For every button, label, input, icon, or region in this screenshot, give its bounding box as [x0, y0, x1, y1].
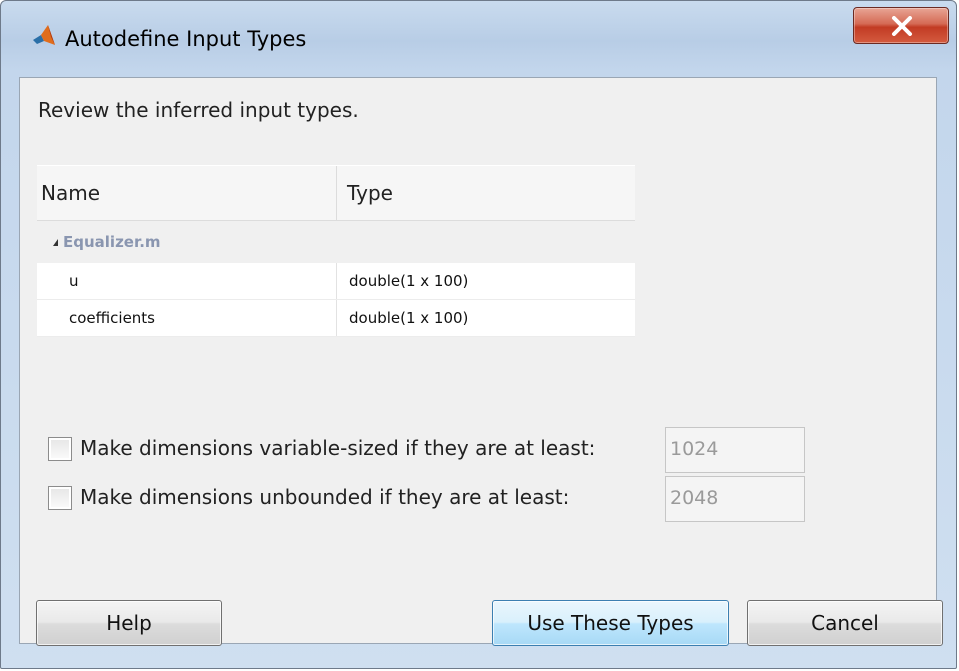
variable-size-threshold-input[interactable]: 1024 [665, 427, 805, 473]
instruction-text: Review the inferred input types. [38, 98, 359, 122]
column-divider[interactable] [336, 166, 337, 220]
dialog-window: Autodefine Input Types Review the inferr… [0, 0, 957, 669]
use-these-types-button[interactable]: Use These Types [492, 600, 729, 646]
variable-size-checkbox[interactable] [48, 437, 72, 461]
window-title: Autodefine Input Types [65, 27, 307, 51]
table-row[interactable]: coefficients double(1 x 100) [37, 300, 635, 337]
column-header-type[interactable]: Type [347, 166, 393, 220]
group-row-equalizer[interactable]: Equalizer.m [37, 221, 635, 263]
group-label: Equalizer.m [53, 233, 161, 251]
variable-size-label[interactable]: Make dimensions variable-sized if they a… [80, 436, 595, 460]
row-name: u [69, 272, 79, 290]
input-types-table: Name Type Equalizer.m u double(1 x 100) … [37, 165, 635, 337]
table-header: Name Type [37, 165, 635, 221]
cell-divider [336, 300, 337, 336]
help-button[interactable]: Help [36, 600, 222, 646]
row-type[interactable]: double(1 x 100) [349, 300, 468, 336]
row-type[interactable]: double(1 x 100) [349, 263, 468, 299]
unbounded-label[interactable]: Make dimensions unbounded if they are at… [80, 485, 569, 509]
column-header-name[interactable]: Name [41, 166, 100, 220]
unbounded-threshold-input[interactable]: 2048 [665, 476, 805, 522]
row-name: coefficients [69, 309, 156, 327]
table-row[interactable]: u double(1 x 100) [37, 263, 635, 300]
group-name: Equalizer.m [63, 233, 161, 251]
title-bar[interactable]: Autodefine Input Types [1, 1, 958, 77]
close-icon [892, 16, 912, 36]
matlab-logo-icon [31, 23, 57, 49]
dialog-content: Review the inferred input types. Name Ty… [19, 77, 943, 646]
cell-divider [336, 263, 337, 299]
cancel-button[interactable]: Cancel [747, 600, 943, 646]
close-button[interactable] [853, 7, 949, 44]
unbounded-checkbox[interactable] [48, 486, 72, 510]
triangle-expanded-icon[interactable] [53, 239, 58, 246]
